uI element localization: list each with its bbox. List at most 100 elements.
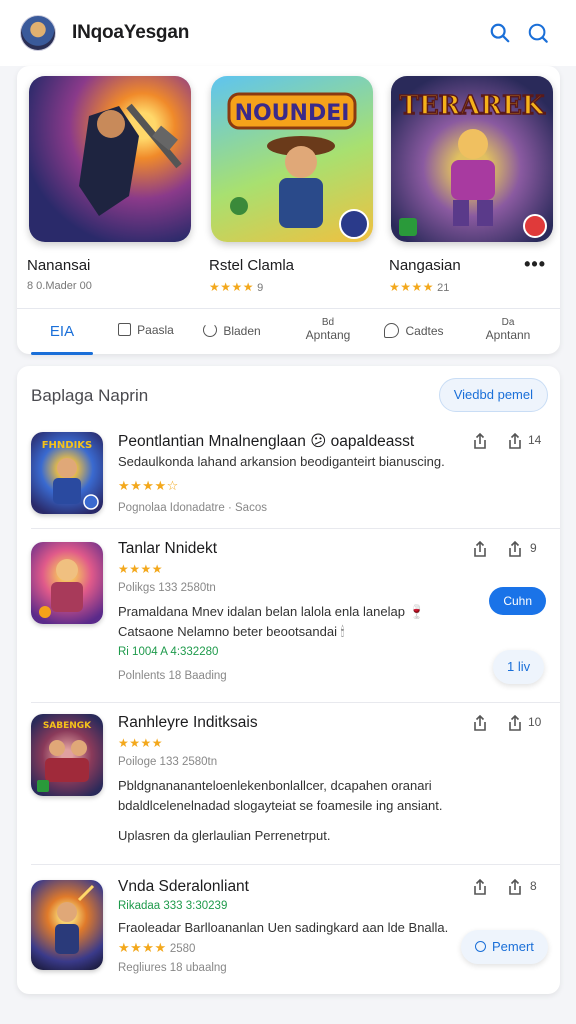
game-description-3: Uplasren da glerlaulian Perrenetrput.	[118, 828, 331, 843]
game-sub: Polikgs 133 2580tn	[118, 582, 216, 594]
game-title: Vnda Sderalonliant	[118, 878, 249, 895]
tab-label: Cadtes	[405, 324, 444, 338]
star-rating: ★★★★	[118, 562, 164, 576]
game-title: Ranhleyre Inditksais	[118, 714, 258, 731]
circle-icon	[475, 941, 486, 952]
tab-label: Apntann	[485, 328, 531, 342]
rating-count: 9	[257, 282, 264, 294]
game-thumbnail[interactable]: FHNDIKS	[31, 432, 103, 514]
game-name: Rstel Clamla	[209, 257, 295, 274]
game-art-title: TERAREK	[400, 91, 546, 121]
game-meta: Pognolaa Idonadatre · Sacos	[118, 502, 267, 514]
share-count: 14	[528, 433, 542, 447]
game-description: Pramaldana Mnev idalan belan lalola enla…	[118, 604, 425, 619]
section-title: Baplaga Naprin	[31, 386, 149, 405]
divider	[31, 528, 560, 529]
more-options-button[interactable]: •••	[524, 254, 546, 275]
chat-icon	[384, 323, 400, 338]
game-meta: Regliures 18 ubaalng	[118, 962, 227, 974]
share-icon[interactable]	[472, 432, 488, 450]
tab-label: Bladen	[223, 324, 261, 338]
game-stat: Ri 1004 A 4:332280	[118, 646, 219, 658]
featured-game[interactable]: Nanansai 8 0.Mader 00	[27, 76, 191, 292]
game-art-title: SABENGK	[43, 721, 92, 731]
share-icon[interactable]	[472, 878, 488, 896]
comment-label: Pemert	[492, 939, 534, 954]
tab-eia[interactable]: EIA	[19, 309, 105, 355]
game-title: Tanlar Nnidekt	[118, 540, 218, 557]
tab-apntang[interactable]: Bd Apntang	[285, 309, 371, 355]
featured-game[interactable]: NOUNDEI Rstel Clamla ★★★★ 9	[209, 76, 373, 294]
divider	[31, 864, 560, 865]
game-thumbnail[interactable]: SABENGK	[31, 714, 103, 796]
app-header: INqoaYesgan	[0, 0, 576, 66]
tab-label: Apntang	[305, 328, 351, 342]
tab-bladen[interactable]: Bladen	[189, 309, 275, 355]
rating-row: ★★★★ 2580	[118, 940, 195, 956]
game-thumbnail[interactable]	[31, 542, 103, 624]
share-icon[interactable]	[507, 432, 523, 450]
view-all-button[interactable]: Viedbd pemel	[438, 378, 548, 412]
share-icon[interactable]	[507, 714, 523, 732]
install-button[interactable]: Cuhn	[489, 587, 546, 615]
list-item[interactable]: SABENGK Ranhleyre Inditksais ★★★★ Poilog…	[17, 712, 560, 862]
star-rating: ★★★★	[209, 280, 255, 294]
game-stat: Rikadaa 333 3:30239	[118, 900, 228, 912]
game-description: Fraoleadar Barlloananlan Uen sadingkard …	[118, 920, 449, 935]
avatar[interactable]	[20, 15, 56, 51]
game-description: Pbldgnanananteloenlekenbonlallcer, dcapa…	[118, 778, 432, 793]
share-icon[interactable]	[507, 878, 523, 896]
game-name: Nangasian	[389, 257, 461, 274]
search-alt-icon[interactable]	[527, 22, 549, 44]
search-icon[interactable]	[489, 22, 511, 44]
tab-cadtes[interactable]: Cadtes	[371, 309, 457, 355]
game-list-card: Baplaga Naprin Viedbd pemel FHNDIKS Peon…	[17, 366, 560, 994]
share-count: 10	[528, 715, 542, 729]
game-meta: ★★★★ 9	[209, 280, 263, 294]
game-thumbnail[interactable]: TERAREK	[391, 76, 553, 242]
star-rating: ★★★★	[118, 736, 164, 750]
game-thumbnail[interactable]	[29, 76, 191, 242]
list-item[interactable]: FHNDIKS Peontlantian Mnalnenglaan 😕 oapa…	[17, 424, 560, 530]
game-thumbnail[interactable]	[31, 880, 103, 970]
comment-button[interactable]: Pemert	[461, 930, 548, 964]
like-button[interactable]: 1 liv	[493, 650, 545, 684]
app-title: INqoaYesgan	[72, 22, 190, 43]
star-rating: ★★★★	[118, 940, 167, 955]
featured-games-card: Nanansai 8 0.Mader 00 NOUNDEI Rstel Clam…	[17, 66, 560, 355]
list-item[interactable]: Vnda Sderalonliant Rikadaa 333 3:30239 F…	[17, 874, 560, 990]
list-item[interactable]: Tanlar Nnidekt ★★★★ Polikgs 133 2580tn P…	[17, 538, 560, 698]
rating-count: 2580	[169, 943, 196, 955]
game-description-2: bdaldlcelenelnadad slogayteiat se foames…	[118, 798, 443, 813]
game-meta: ★★★★ 21	[389, 280, 449, 294]
rating-count: 21	[437, 282, 450, 294]
tab-apntann[interactable]: Da Apntann	[465, 309, 551, 355]
game-title: Peontlantian Mnalnenglaan 😕 oapaldeasst	[118, 433, 415, 450]
share-icon[interactable]	[472, 714, 488, 732]
game-description: Sedaulkonda lahand arkansion beodigantei…	[118, 454, 445, 469]
tab-label: Paasla	[137, 323, 174, 337]
share-icon[interactable]	[472, 540, 488, 558]
tab-icon-text: Da	[501, 317, 515, 328]
refresh-icon	[203, 323, 218, 337]
page-icon	[118, 323, 132, 336]
game-meta: 8 0.Mader 00	[27, 280, 92, 292]
featured-game[interactable]: TERAREK Nangasian ★★★★ 21	[389, 76, 553, 294]
category-tabs: EIA Paasla Bladen Bd Apntang Cadtes Da A…	[17, 308, 560, 355]
game-art-title: FHNDIKS	[42, 440, 93, 451]
game-sub: Poiloge 133 2580tn	[118, 756, 218, 768]
divider	[31, 702, 560, 703]
star-rating: ★★★★☆	[118, 478, 179, 493]
tab-label: EIA	[49, 323, 75, 340]
star-rating: ★★★★	[389, 280, 435, 294]
share-icon[interactable]	[507, 540, 523, 558]
game-name: Nanansai	[27, 257, 91, 274]
tab-icon-text: Bd	[321, 317, 335, 328]
game-art-title: NOUNDEI	[235, 101, 350, 126]
game-description-2: Catsaone Nelamno beter beootsandai 🕯	[118, 624, 345, 639]
game-meta: Polnlents 18 Baading	[118, 670, 227, 682]
game-thumbnail[interactable]: NOUNDEI	[211, 76, 373, 242]
share-count: 8	[530, 879, 537, 893]
tab-paasla[interactable]: Paasla	[103, 309, 189, 355]
share-count: 9	[530, 541, 537, 555]
